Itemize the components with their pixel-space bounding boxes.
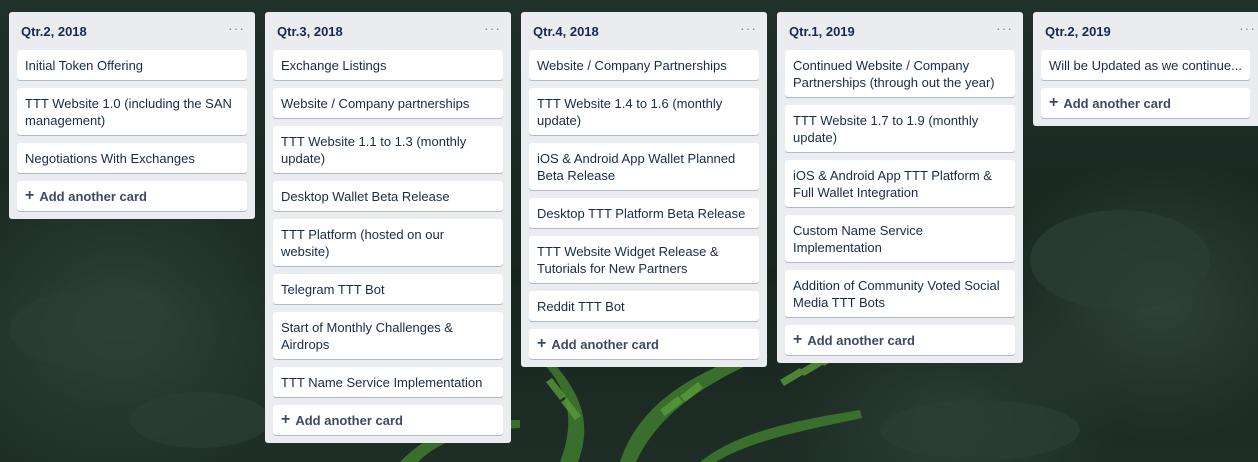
add-card-label: Add another card [39,188,147,204]
list-qtr4-2018: Qtr.4, 2018 ··· Website / Company Partne… [521,12,767,367]
card[interactable]: Negotiations With Exchanges [17,143,247,173]
list-qtr2-2018: Qtr.2, 2018 ··· Initial Token Offering T… [9,12,255,219]
more-horizontal-icon[interactable]: ··· [228,21,245,41]
list-header[interactable]: Qtr.4, 2018 ··· [529,12,759,50]
more-horizontal-icon[interactable]: ··· [1239,21,1256,41]
add-card-button[interactable]: + Add another card [529,329,759,359]
list-title[interactable]: Qtr.4, 2018 [533,24,599,39]
card[interactable]: Desktop Wallet Beta Release [273,181,503,211]
add-card-label: Add another card [551,336,659,352]
add-card-button[interactable]: + Add another card [273,405,503,435]
list-header[interactable]: Qtr.2, 2018 ··· [17,12,247,50]
card[interactable]: Desktop TTT Platform Beta Release [529,198,759,228]
card[interactable]: TTT Website 1.4 to 1.6 (monthly update) [529,88,759,135]
plus-icon: + [1049,94,1059,111]
card[interactable]: Custom Name Service Implementation [785,215,1015,262]
list-title[interactable]: Qtr.2, 2018 [21,24,87,39]
list-qtr1-2019: Qtr.1, 2019 ··· Continued Website / Comp… [777,12,1023,363]
add-card-button[interactable]: + Add another card [1041,88,1250,118]
card[interactable]: iOS & Android App Wallet Planned Beta Re… [529,143,759,190]
plus-icon: + [281,411,291,428]
card[interactable]: Initial Token Offering [17,50,247,80]
add-card-label: Add another card [807,332,915,348]
add-card-label: Add another card [1063,95,1171,111]
card[interactable]: Telegram TTT Bot [273,274,503,304]
list-title[interactable]: Qtr.3, 2018 [277,24,343,39]
board: Qtr.2, 2018 ··· Initial Token Offering T… [0,0,1258,462]
card[interactable]: TTT Platform (hosted on our website) [273,219,503,266]
card[interactable]: TTT Website 1.1 to 1.3 (monthly update) [273,126,503,173]
list-qtr3-2018: Qtr.3, 2018 ··· Exchange Listings Websit… [265,12,511,443]
card[interactable]: Exchange Listings [273,50,503,80]
card[interactable]: Reddit TTT Bot [529,291,759,321]
card[interactable]: TTT Website 1.7 to 1.9 (monthly update) [785,105,1015,152]
more-horizontal-icon[interactable]: ··· [996,21,1013,41]
list-title[interactable]: Qtr.2, 2019 [1045,24,1111,39]
card[interactable]: iOS & Android App TTT Platform & Full Wa… [785,160,1015,207]
card[interactable]: TTT Website 1.0 (including the SAN manag… [17,88,247,135]
list-header[interactable]: Qtr.2, 2019 ··· [1041,12,1255,50]
list-qtr2-2019: Qtr.2, 2019 ··· Will be Updated as we co… [1033,12,1258,126]
plus-icon: + [793,331,803,348]
add-card-button[interactable]: + Add another card [17,181,247,211]
card[interactable]: Website / Company Partnerships [529,50,759,80]
card[interactable]: TTT Website Widget Release & Tutorials f… [529,236,759,283]
list-header[interactable]: Qtr.1, 2019 ··· [785,12,1015,50]
plus-icon: + [537,335,547,352]
card[interactable]: Website / Company partnerships [273,88,503,118]
card[interactable]: Continued Website / Company Partnerships… [785,50,1015,97]
list-header[interactable]: Qtr.3, 2018 ··· [273,12,503,50]
add-card-button[interactable]: + Add another card [785,325,1015,355]
add-card-label: Add another card [295,412,403,428]
card[interactable]: Start of Monthly Challenges & Airdrops [273,312,503,359]
more-horizontal-icon[interactable]: ··· [740,21,757,41]
plus-icon: + [25,187,35,204]
card[interactable]: TTT Name Service Implementation [273,367,503,397]
card[interactable]: Will be Updated as we continue... [1041,50,1250,80]
more-horizontal-icon[interactable]: ··· [484,21,501,41]
card[interactable]: Addition of Community Voted Social Media… [785,270,1015,317]
list-title[interactable]: Qtr.1, 2019 [789,24,855,39]
